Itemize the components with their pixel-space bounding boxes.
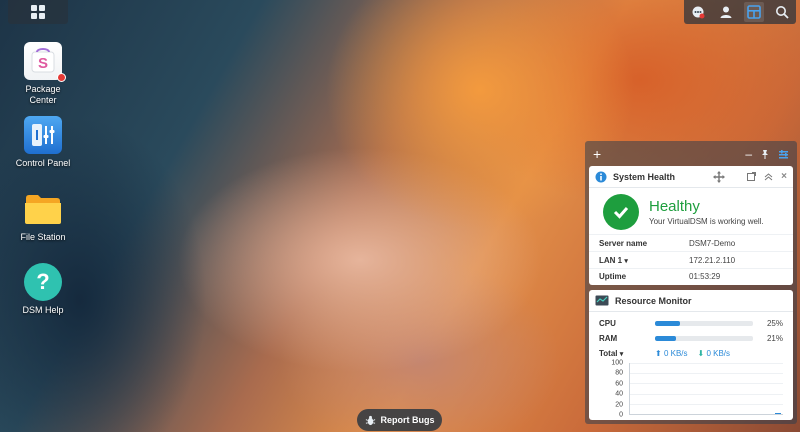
info-icon <box>595 171 607 182</box>
resource-monitor-header: Resource Monitor <box>589 290 793 312</box>
cpu-label: CPU <box>599 319 616 328</box>
widgets-panel: + – System Health × Healthy Your Virtual… <box>585 141 797 424</box>
widgets-toolbar: + – <box>589 145 793 163</box>
lan-value: 172.21.2.110 <box>689 255 736 265</box>
add-widget-button[interactable]: + <box>593 147 601 161</box>
uptime-key: Uptime <box>599 271 627 281</box>
file-station-shortcut[interactable]: File Station <box>3 190 83 243</box>
y-tick-label: 60 <box>615 380 623 388</box>
grid-line <box>630 393 783 395</box>
resource-monitor-title: Resource Monitor <box>615 295 692 306</box>
system-tray <box>684 0 796 24</box>
ram-bar <box>655 336 753 341</box>
close-icon[interactable]: × <box>781 171 787 182</box>
y-tick-label: 0 <box>619 411 623 419</box>
cpu-row: CPU 25% <box>589 316 793 331</box>
bug-icon <box>365 415 375 425</box>
move-icon[interactable] <box>713 170 726 183</box>
health-summary: Healthy Your VirtualDSM is working well. <box>589 188 793 234</box>
notification-icon <box>692 6 705 19</box>
widgets-icon <box>747 5 761 19</box>
dsm-help-label: DSM Help <box>22 305 64 315</box>
cpu-bar-fill <box>655 321 680 326</box>
search-button[interactable] <box>772 2 792 22</box>
main-menu-button[interactable] <box>8 0 68 24</box>
file-station-icon <box>24 190 62 228</box>
ram-label: RAM <box>599 334 618 343</box>
user-button[interactable] <box>716 2 736 22</box>
upload-arrow-icon: ⬆ <box>655 349 662 358</box>
chart-y-axis: 100 80 60 40 20 0 <box>595 359 625 419</box>
server-name-key: Server name <box>599 238 648 248</box>
package-center-label: Package Center <box>25 84 61 105</box>
uptime-value: 01:53:29 <box>689 271 721 281</box>
open-external-icon[interactable] <box>747 172 757 181</box>
update-badge <box>57 73 66 82</box>
control-panel-icon <box>24 116 62 154</box>
y-tick-label: 80 <box>615 369 623 377</box>
total-selector[interactable]: Total ▾ <box>599 349 655 358</box>
server-name-row: Server name DSM7-Demo <box>589 234 793 251</box>
minimize-button[interactable]: – <box>745 147 752 161</box>
report-bugs-label: Report Bugs <box>380 415 435 425</box>
monitor-icon <box>595 295 609 306</box>
app-grid-icon <box>31 5 45 19</box>
control-panel-shortcut[interactable]: Control Panel <box>3 116 83 169</box>
system-health-widget: System Health × Healthy Your VirtualDSM … <box>589 166 793 285</box>
grid-line <box>630 383 783 385</box>
chart-series-line <box>775 413 781 414</box>
checkmark-icon <box>603 194 639 230</box>
ram-bar-fill <box>655 336 676 341</box>
health-status: Healthy <box>649 198 700 215</box>
resource-monitor-widget: Resource Monitor CPU 25% RAM 21% Total ▾… <box>589 290 793 420</box>
uptime-row: Uptime 01:53:29 <box>589 268 793 285</box>
widgets-button[interactable] <box>744 2 764 22</box>
dsm-help-shortcut[interactable]: ? DSM Help <box>3 263 83 316</box>
grid-line <box>630 403 783 405</box>
system-health-title: System Health <box>613 171 676 182</box>
file-station-label: File Station <box>20 232 66 242</box>
chevron-down-icon: ▾ <box>624 257 628 265</box>
notification-button[interactable] <box>688 2 708 22</box>
report-bugs-button[interactable]: Report Bugs <box>357 409 442 431</box>
network-chart: 100 80 60 40 20 0 <box>595 359 783 419</box>
widget-settings-icon[interactable] <box>778 149 789 160</box>
y-tick-label: 40 <box>615 390 623 398</box>
ram-percent: 21% <box>766 334 783 343</box>
server-name-value: DSM7-Demo <box>689 238 736 248</box>
user-icon <box>720 6 732 18</box>
y-tick-label: 20 <box>615 401 623 409</box>
pin-icon[interactable] <box>760 149 770 159</box>
y-tick-label: 100 <box>611 359 623 367</box>
grid-line <box>630 373 783 375</box>
health-message: Your VirtualDSM is working well. <box>649 217 764 226</box>
grid-line <box>630 363 783 364</box>
download-arrow-icon: ⬇ <box>697 349 705 358</box>
cpu-percent: 25% <box>766 319 783 328</box>
package-center-icon: S <box>24 42 66 82</box>
chevron-down-icon: ▾ <box>619 351 624 358</box>
help-icon: ? <box>24 263 62 301</box>
collapse-icon[interactable] <box>764 172 773 181</box>
system-health-header: System Health × <box>589 166 793 188</box>
cpu-bar <box>655 321 753 326</box>
package-center-shortcut[interactable]: S Package Center <box>3 42 83 106</box>
search-icon <box>776 6 789 19</box>
upload-rate: ⬆ 0 KB/s <box>655 349 688 358</box>
chart-plot <box>629 363 783 415</box>
lan-selector[interactable]: LAN 1 ▾ <box>599 256 689 265</box>
ram-row: RAM 21% <box>589 331 793 346</box>
download-rate: ⬇ 0 KB/s <box>697 349 731 358</box>
control-panel-label: Control Panel <box>15 158 71 168</box>
lan-row: LAN 1 ▾ 172.21.2.110 <box>589 251 793 268</box>
svg-text:S: S <box>38 55 48 72</box>
